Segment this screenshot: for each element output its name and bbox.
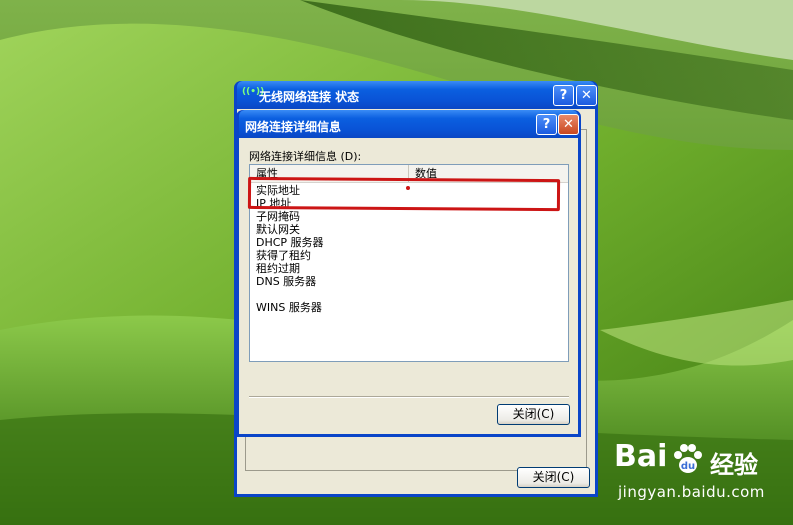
paw-icon: du [674,444,702,473]
details-group-label: 网络连接详细信息 (D): [249,150,362,163]
list-item[interactable] [256,288,324,301]
baidu-jingyan-watermark: Bai du 经验 jingyan.baidu.com [610,435,790,510]
list-item[interactable]: DNS 服务器 [256,275,324,288]
list-item[interactable]: DHCP 服务器 [256,236,324,249]
close-icon: ✕ [581,88,592,103]
outer-close-x-button[interactable]: ✕ [576,85,597,106]
dialog-separator [249,396,569,398]
close-icon: ✕ [563,117,574,132]
watermark-jingyan-text: 经验 [710,451,758,479]
outer-help-button[interactable]: ? [553,85,574,106]
watermark-url: jingyan.baidu.com [618,483,765,501]
inner-titlebar[interactable]: 网络连接详细信息 ? ✕ [239,110,579,138]
help-icon: ? [559,88,568,103]
list-item[interactable]: WINS 服务器 [256,301,324,314]
inner-help-button[interactable]: ? [536,114,557,135]
list-item[interactable]: 租约过期 [256,262,324,275]
outer-titlebar[interactable]: ((•)) 无线网络连接 状态 ? ✕ [237,81,597,109]
list-item[interactable]: 子网掩码 [256,210,324,223]
inner-close-x-button[interactable]: ✕ [558,114,579,135]
annotation-dot [406,186,410,190]
inner-close-button[interactable]: 关闭(C) [497,404,570,425]
help-icon: ? [542,117,551,132]
outer-close-button[interactable]: 关闭(C) [517,467,590,488]
annotation-highlight-box [247,176,561,212]
watermark-logo-text: Bai [614,439,668,474]
inner-dialog-title: 网络连接详细信息 [245,120,342,134]
list-item[interactable]: 默认网关 [256,223,324,236]
network-details-dialog: 网络连接详细信息 ? ✕ 网络连接详细信息 (D): 属性 数值 实际地址 IP… [236,110,581,437]
svg-text:du: du [681,461,695,472]
outer-window-title: 无线网络连接 状态 [259,90,360,104]
list-item[interactable]: 获得了租约 [256,249,324,262]
